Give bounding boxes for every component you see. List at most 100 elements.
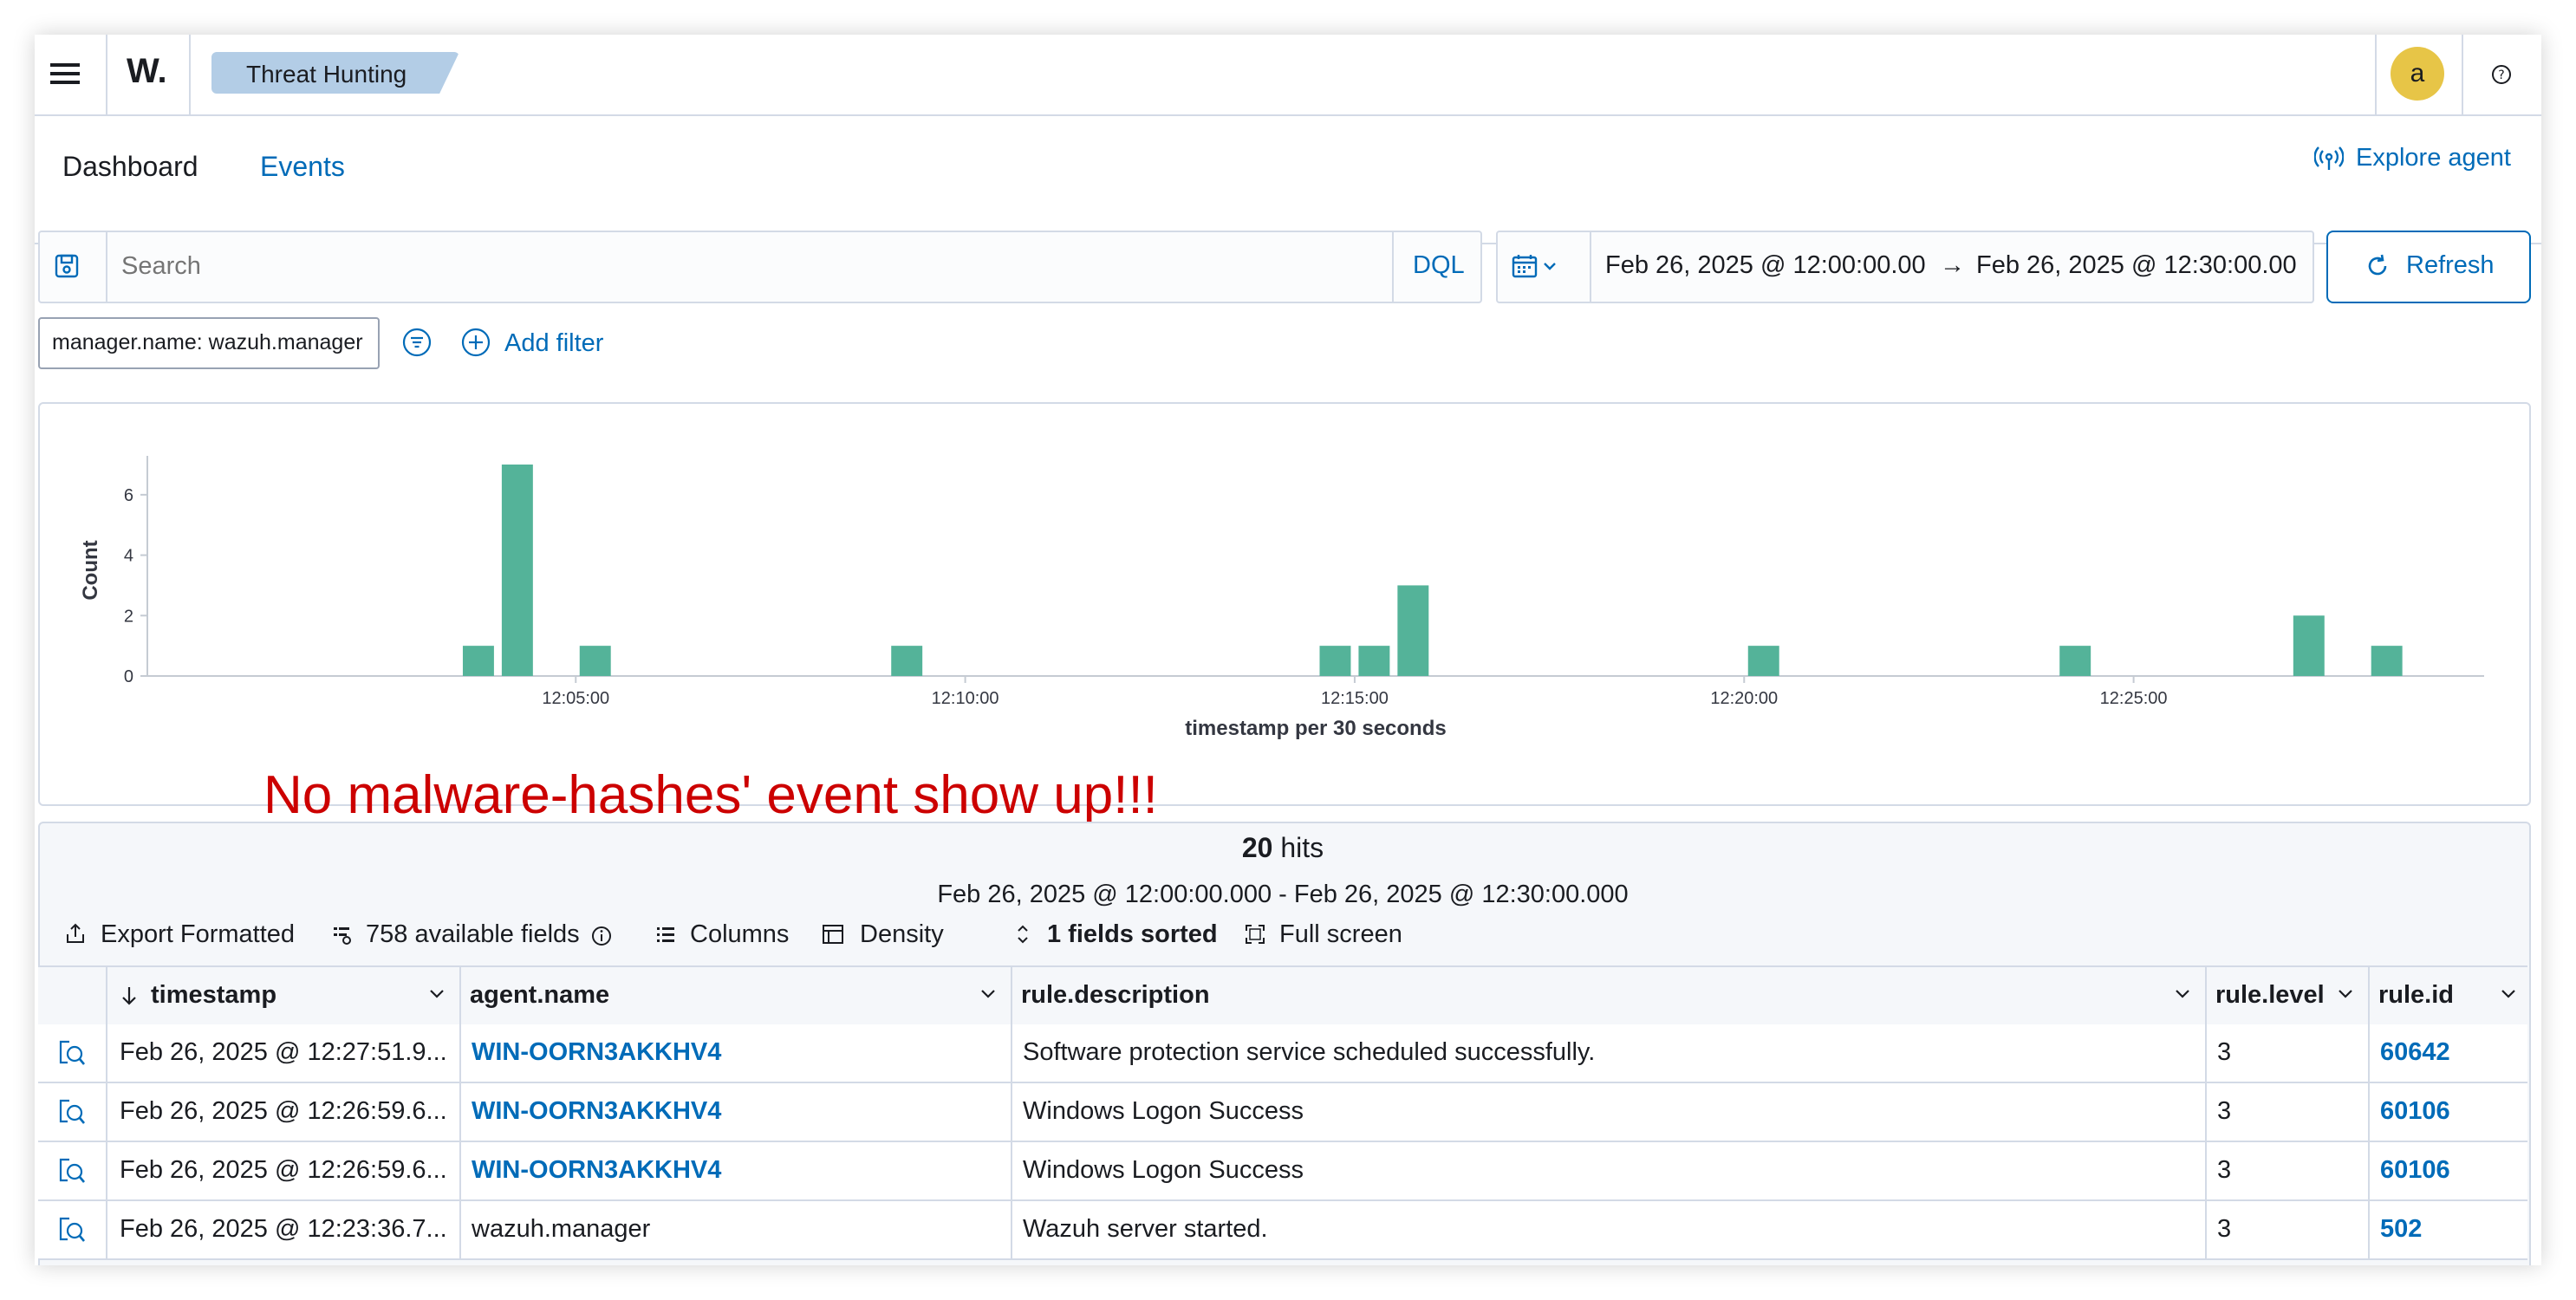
cell-rule-id-link[interactable]: 60642 bbox=[2380, 1038, 2450, 1067]
y-tick-label: 0 bbox=[124, 667, 133, 686]
filter-pill[interactable]: manager.name: wazuh.manager bbox=[38, 317, 380, 369]
x-tick-label: 12:20:00 bbox=[1710, 689, 1778, 708]
chevron-down-icon[interactable] bbox=[2337, 988, 2354, 1000]
annotation-text: No malware-hashes' event show up!!! bbox=[263, 765, 1158, 825]
histogram-bar bbox=[1319, 646, 1351, 676]
cell-rule-description: Windows Logon Success bbox=[1023, 1156, 1304, 1184]
date-start[interactable]: Feb 26, 2025 @ 12:00:00.00 bbox=[1605, 251, 1926, 280]
add-filter-label: Add filter bbox=[504, 329, 604, 357]
tab-dashboard[interactable]: Dashboard bbox=[62, 151, 198, 183]
y-tick-label: 4 bbox=[124, 547, 133, 566]
results-range: Feb 26, 2025 @ 12:00:00.000 - Feb 26, 20… bbox=[937, 881, 1629, 908]
hits-summary: 20 hits bbox=[38, 832, 2527, 864]
histogram-bar bbox=[1358, 646, 1390, 676]
column-header-agent-name[interactable]: agent.name bbox=[470, 981, 609, 1010]
cell-rule-level: 3 bbox=[2217, 1097, 2232, 1125]
cell-agent-name-link[interactable]: WIN-OORN3AKKHV4 bbox=[472, 1038, 721, 1067]
cell-timestamp: Feb 26, 2025 @ 12:23:36.7... bbox=[120, 1215, 447, 1243]
cell-rule-id-link[interactable]: 502 bbox=[2380, 1215, 2422, 1244]
x-tick-label: 12:15:00 bbox=[1321, 689, 1389, 708]
svg-text:?: ? bbox=[2498, 68, 2504, 82]
inspect-document-icon[interactable] bbox=[57, 1038, 87, 1068]
available-fields-label: 758 available fields bbox=[366, 920, 580, 948]
fullscreen-icon bbox=[1245, 924, 1265, 945]
list-icon bbox=[655, 924, 676, 945]
info-icon[interactable] bbox=[591, 926, 612, 946]
inspect-document-icon[interactable] bbox=[57, 1097, 87, 1127]
x-tick-label: 12:25:00 bbox=[2100, 689, 2168, 708]
histogram-bar bbox=[2371, 646, 2403, 676]
top-header: W. Threat Hunting a ? bbox=[35, 35, 2541, 116]
full-screen-label: Full screen bbox=[1279, 920, 1402, 948]
cell-rule-description: Wazuh server started. bbox=[1023, 1215, 1268, 1243]
table-row[interactable]: Feb 26, 2025 @ 12:23:36.7... wazuh.manag… bbox=[38, 1201, 2527, 1260]
cell-agent-name-link[interactable]: WIN-OORN3AKKHV4 bbox=[472, 1156, 721, 1185]
refresh-button[interactable]: Refresh bbox=[2326, 231, 2531, 303]
histogram-bar bbox=[891, 646, 923, 676]
density-label: Density bbox=[860, 920, 944, 948]
logo-text: W. bbox=[127, 52, 167, 90]
table-row[interactable]: Feb 26, 2025 @ 12:27:51.9... WIN-OORN3AK… bbox=[38, 1024, 2527, 1083]
table-row[interactable]: Feb 26, 2025 @ 12:26:59.6... WIN-OORN3AK… bbox=[38, 1142, 2527, 1201]
x-axis-label: timestamp per 30 seconds bbox=[1185, 717, 1446, 740]
cell-rule-description: Software protection service scheduled su… bbox=[1023, 1038, 1596, 1066]
cell-rule-level: 3 bbox=[2217, 1038, 2232, 1066]
cell-agent-name-link[interactable]: WIN-OORN3AKKHV4 bbox=[472, 1097, 721, 1126]
cell-rule-id-link[interactable]: 60106 bbox=[2380, 1156, 2450, 1185]
cell-rule-id-link[interactable]: 60106 bbox=[2380, 1097, 2450, 1126]
query-language-button[interactable]: DQL bbox=[1413, 251, 1465, 280]
saved-query-icon[interactable] bbox=[54, 253, 80, 279]
search-input[interactable] bbox=[109, 234, 1337, 298]
avatar-letter: a bbox=[2410, 59, 2425, 88]
sort-desc-icon[interactable] bbox=[120, 985, 139, 1007]
date-arrow: → bbox=[1940, 251, 1965, 279]
y-tick-label: 6 bbox=[124, 486, 133, 505]
explore-agent-label: Explore agent bbox=[2356, 144, 2511, 172]
y-axis-label: Count bbox=[79, 540, 102, 600]
tab-bar: Dashboard Events Explore agent bbox=[35, 116, 2541, 244]
histogram-bar bbox=[462, 646, 494, 676]
help-icon[interactable]: ? bbox=[2491, 64, 2512, 85]
histogram-bar bbox=[501, 465, 533, 676]
cell-timestamp: Feb 26, 2025 @ 12:26:59.6... bbox=[120, 1097, 447, 1125]
avatar[interactable]: a bbox=[2391, 47, 2444, 101]
inspect-document-icon[interactable] bbox=[57, 1215, 87, 1245]
breadcrumb[interactable]: Threat Hunting bbox=[211, 52, 459, 94]
date-end[interactable]: Feb 26, 2025 @ 12:30:00.00 bbox=[1976, 251, 2297, 280]
tab-events[interactable]: Events bbox=[260, 151, 345, 183]
refresh-label: Refresh bbox=[2406, 251, 2495, 279]
cell-timestamp: Feb 26, 2025 @ 12:26:59.6... bbox=[120, 1156, 447, 1184]
menu-icon[interactable] bbox=[50, 61, 80, 87]
column-header-timestamp[interactable]: timestamp bbox=[151, 981, 276, 1010]
chevron-down-icon[interactable] bbox=[428, 988, 446, 1000]
cell-rule-level: 3 bbox=[2217, 1156, 2232, 1184]
hits-label: hits bbox=[1280, 832, 1324, 863]
column-header-rule-level[interactable]: rule.level bbox=[2215, 981, 2325, 1010]
x-tick-label: 12:10:00 bbox=[932, 689, 999, 708]
table-density-icon bbox=[822, 924, 844, 945]
y-tick-label: 2 bbox=[124, 607, 133, 626]
search-bar: DQL bbox=[38, 231, 1482, 303]
table-row[interactable]: Feb 26, 2025 @ 12:26:59.6... WIN-OORN3AK… bbox=[38, 1083, 2527, 1142]
calendar-icon[interactable] bbox=[1512, 253, 1560, 279]
histogram-chart: Count timestamp per 30 seconds 0 2 4 6 12:05… bbox=[79, 456, 2484, 740]
fields-sorted-label: 1 fields sorted bbox=[1047, 920, 1218, 948]
inspect-document-icon[interactable] bbox=[57, 1156, 87, 1186]
plus-circle-icon bbox=[461, 328, 491, 357]
column-header-rule-id[interactable]: rule.id bbox=[2378, 981, 2454, 1010]
logo[interactable]: W. bbox=[127, 52, 167, 91]
histogram-bar bbox=[1747, 646, 1779, 676]
chevron-down-icon[interactable] bbox=[979, 988, 997, 1000]
x-tick-label: 12:05:00 bbox=[542, 689, 609, 708]
histogram-bar bbox=[2293, 615, 2325, 676]
column-header-rule-description[interactable]: rule.description bbox=[1021, 981, 1210, 1010]
app-window: W. Threat Hunting a ? Dashboard Events E… bbox=[35, 35, 2541, 1265]
chevron-down-icon[interactable] bbox=[2500, 988, 2517, 1000]
chevron-down-icon[interactable] bbox=[2174, 988, 2191, 1000]
histogram-bar bbox=[1397, 585, 1429, 676]
cell-rule-description: Windows Logon Success bbox=[1023, 1097, 1304, 1125]
cell-agent-name: wazuh.manager bbox=[472, 1215, 651, 1243]
filter-options-icon[interactable] bbox=[402, 328, 432, 357]
export-label: Export Formatted bbox=[101, 920, 296, 948]
sort-icon bbox=[1014, 924, 1031, 945]
